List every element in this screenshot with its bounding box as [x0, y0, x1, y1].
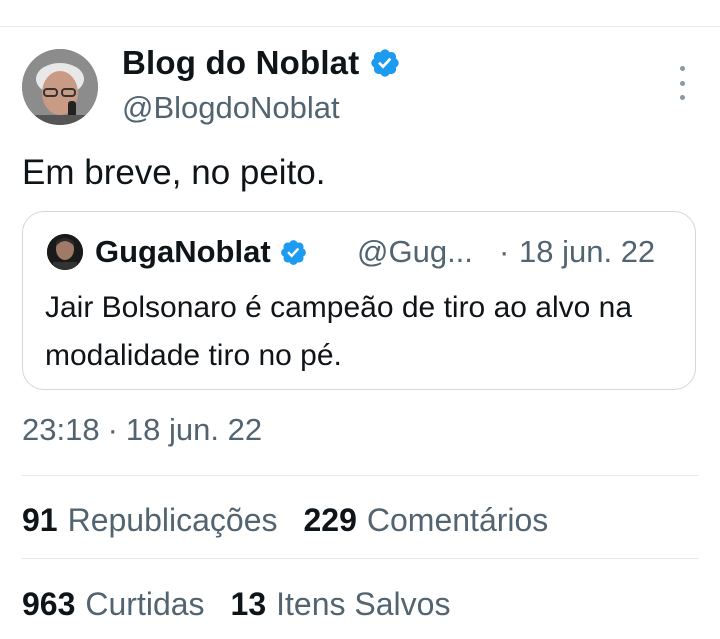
likes-stat[interactable]: 963 Curtidas: [22, 586, 205, 623]
quoted-separator: ·: [499, 234, 510, 269]
quoted-author-handle: @Gug...: [357, 234, 473, 269]
quoted-author-name: GugaNoblat: [95, 234, 308, 270]
tweet-timestamp[interactable]: 23:18 · 18 jun. 22: [22, 412, 262, 448]
reposts-label: Republicações: [67, 502, 278, 538]
likes-label: Curtidas: [85, 586, 205, 622]
tweet-date: 18 jun. 22: [125, 412, 263, 447]
quoted-tweet[interactable]: GugaNoblat @Gug... · 18 jun. 22 Jair Bol…: [22, 211, 696, 390]
author-name-text: Blog do Noblat: [122, 44, 360, 81]
verified-badge-icon: [371, 49, 400, 77]
reposts-count: 91: [22, 502, 58, 538]
quoted-text: Jair Bolsonaro é campeão de tiro ao alvo…: [45, 291, 633, 372]
quoted-author-name-text: GugaNoblat: [95, 234, 271, 269]
timestamp-separator: ·: [107, 412, 118, 447]
comments-stat[interactable]: 229 Comentários: [304, 502, 549, 539]
bookmarks-label: Itens Salvos: [276, 586, 451, 622]
likes-count: 963: [22, 586, 76, 622]
top-divider: [0, 26, 720, 27]
tweet-text: Em breve, no peito.: [22, 153, 326, 192]
bookmarks-stat[interactable]: 13 Itens Salvos: [231, 586, 451, 623]
comments-label: Comentários: [366, 502, 549, 538]
author-handle[interactable]: @BlogdoNoblat: [122, 90, 340, 126]
stats-row-2: 963 Curtidas 13 Itens Salvos: [22, 586, 450, 623]
verified-badge-icon: [280, 239, 306, 265]
more-options-icon[interactable]: [670, 66, 694, 100]
bookmarks-count: 13: [230, 586, 267, 622]
divider: [22, 558, 698, 559]
comments-count: 229: [303, 502, 357, 538]
divider: [22, 475, 698, 476]
author-avatar[interactable]: [22, 49, 98, 125]
author-name[interactable]: Blog do Noblat: [122, 44, 401, 82]
tweet-time: 23:18: [22, 412, 100, 447]
quoted-author-avatar: [47, 234, 83, 270]
reposts-stat[interactable]: 91 Republicações: [22, 502, 278, 539]
quoted-date: 18 jun. 22: [519, 234, 656, 269]
stats-row-1: 91 Republicações 229 Comentários: [22, 502, 548, 539]
